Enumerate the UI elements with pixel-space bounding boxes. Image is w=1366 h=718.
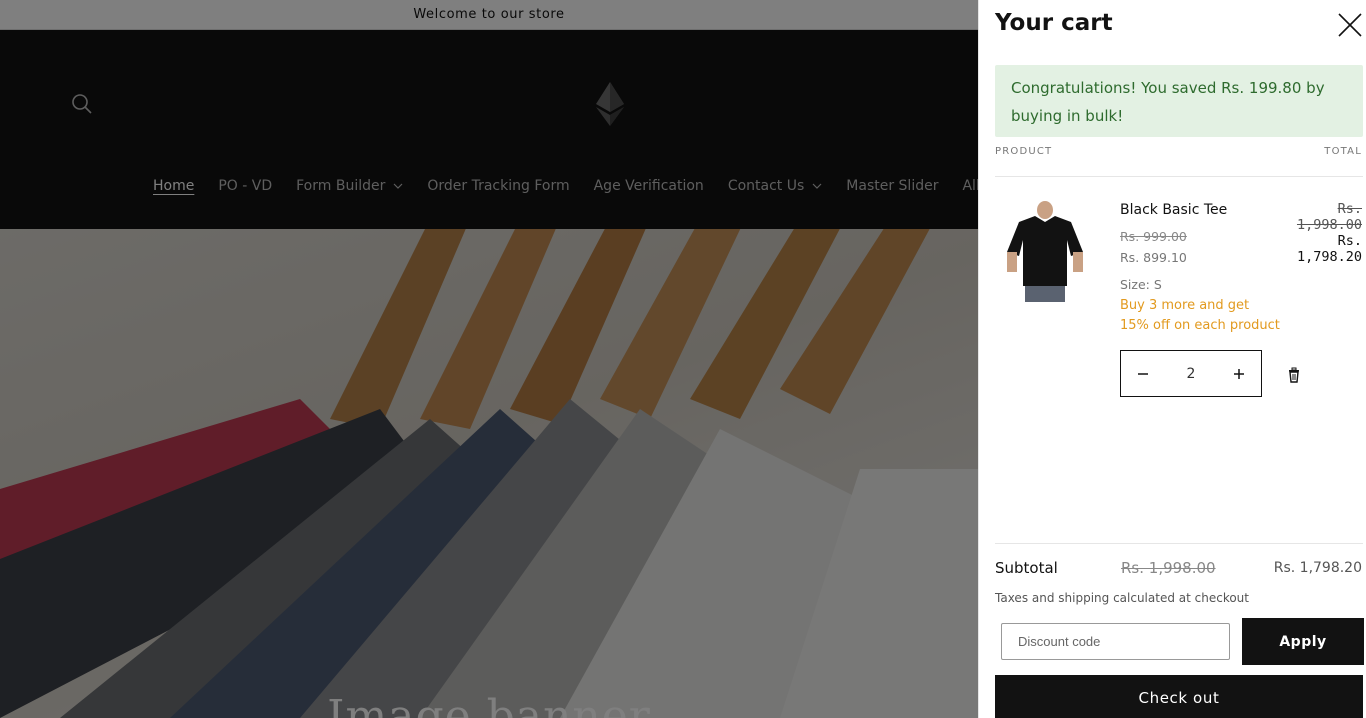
line-item-total: Rs. 1,998.00 Rs. 1,798.20: [1282, 201, 1362, 265]
quantity-increase-button[interactable]: [1217, 351, 1261, 396]
line-total-price: Rs. 1,798.20: [1296, 233, 1362, 265]
cart-drawer: Your cart Congratulations! You saved Rs.…: [978, 0, 1366, 718]
close-icon[interactable]: [1337, 12, 1363, 38]
product-name[interactable]: Black Basic Tee: [1120, 202, 1227, 218]
minus-icon: [1138, 372, 1148, 375]
subtotal-label: Subtotal: [995, 559, 1058, 577]
tax-shipping-note: Taxes and shipping calculated at checkou…: [995, 591, 1249, 605]
cart-title: Your cart: [995, 10, 1113, 36]
column-header-product: PRODUCT: [995, 146, 1053, 157]
quantity-input[interactable]: [1166, 365, 1216, 382]
quantity-decrease-button[interactable]: [1121, 351, 1165, 396]
product-variant-size: Size: S: [1120, 277, 1162, 292]
plus-icon: [1234, 368, 1244, 379]
product-image[interactable]: [1005, 200, 1085, 302]
subtotal-compare-price: Rs. 1,998.00: [1121, 559, 1216, 577]
trash-icon[interactable]: [1285, 366, 1303, 384]
discount-code-input[interactable]: [1001, 623, 1230, 660]
divider: [995, 176, 1363, 177]
column-header-total: TOTAL: [1324, 146, 1362, 157]
product-price: Rs. 899.10: [1120, 250, 1187, 265]
checkout-button[interactable]: Check out: [995, 675, 1363, 718]
apply-discount-button[interactable]: Apply: [1242, 618, 1364, 665]
bulk-offer-message: Buy 3 more and get 15% off on each produ…: [1120, 298, 1280, 333]
bulk-savings-message: Congratulations! You saved Rs. 199.80 by…: [995, 65, 1363, 137]
page-overlay[interactable]: [0, 0, 978, 718]
quantity-stepper: [1120, 350, 1262, 397]
subtotal-value: Rs. 1,798.20: [1273, 560, 1362, 576]
product-compare-price: Rs. 999.00: [1120, 229, 1187, 244]
divider: [995, 543, 1363, 544]
line-total-compare: Rs. 1,998.00: [1296, 201, 1362, 233]
